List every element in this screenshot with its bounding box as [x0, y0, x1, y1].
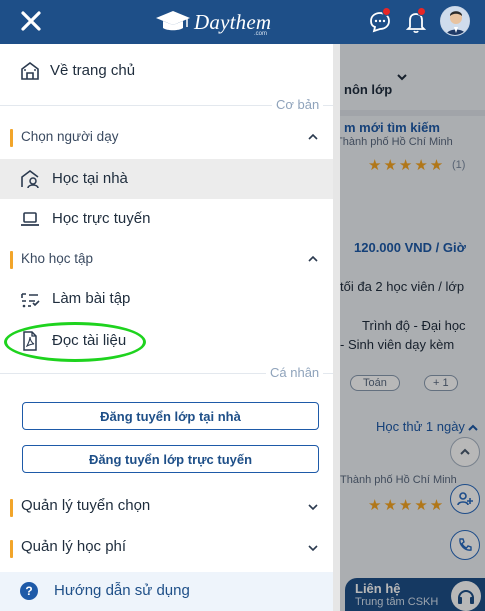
chevron-down-icon [308, 545, 318, 552]
group-learning-store-label: Kho học tập [21, 251, 94, 266]
avatar[interactable] [440, 6, 470, 36]
help-icon: ? [20, 582, 38, 600]
notification-button[interactable] [403, 7, 429, 35]
group-manage-selection-label: Quản lý tuyển chọn [21, 497, 151, 514]
home-study-icon [21, 170, 39, 189]
group-marker [10, 129, 13, 147]
menu-item-user-guide-label: Hướng dẫn sử dụng [54, 582, 190, 599]
menu-item-user-guide[interactable]: ? Hướng dẫn sử dụng [0, 572, 333, 611]
notification-badge [417, 7, 426, 16]
chevron-down-icon [308, 504, 318, 511]
chat-badge [382, 7, 391, 16]
menu-item-exercise[interactable]: Làm bài tập [0, 280, 333, 318]
group-marker [10, 251, 13, 269]
logo[interactable]: Daythem .com [154, 9, 271, 37]
post-home-class-button[interactable]: Đăng tuyển lớp tại nhà [22, 402, 319, 430]
menu-item-home-label: Về trang chủ [50, 62, 136, 79]
menu-item-read-documents-label: Đọc tài liệu [52, 332, 127, 349]
overlay-scrim[interactable] [340, 44, 485, 611]
close-icon [21, 11, 41, 31]
exercise-icon [21, 293, 40, 308]
group-choose-tutor-label: Chọn người dạy [21, 129, 119, 144]
drawer-scrollbar[interactable] [333, 44, 340, 611]
menu-item-home[interactable]: Về trang chủ [0, 56, 333, 86]
home-icon [21, 62, 39, 80]
graduation-cap-icon [156, 11, 190, 31]
menu-item-online-study[interactable]: Học trực tuyến [0, 200, 333, 238]
group-marker [10, 499, 13, 517]
top-header: Daythem .com [0, 0, 485, 44]
group-choose-tutor[interactable]: Chọn người dạy [10, 126, 333, 152]
menu-item-online-study-label: Học trực tuyến [52, 210, 151, 227]
menu-item-home-study[interactable]: Học tại nhà [0, 159, 333, 199]
menu-item-home-study-label: Học tại nhà [52, 170, 128, 187]
pdf-document-icon [23, 331, 37, 351]
menu-item-exercise-label: Làm bài tập [52, 290, 131, 307]
section-basic-label: Cơ bản [272, 97, 324, 112]
close-button[interactable] [18, 8, 44, 34]
chat-button[interactable] [367, 7, 393, 35]
brand-suffix: .com [254, 31, 268, 37]
group-manage-fee-label: Quản lý học phí [21, 538, 127, 555]
post-online-class-button[interactable]: Đăng tuyển lớp trực tuyến [22, 445, 319, 473]
menu-item-read-documents[interactable]: Đọc tài liệu [0, 322, 333, 360]
laptop-icon [21, 212, 39, 226]
chevron-up-icon [308, 255, 318, 262]
chevron-up-icon [308, 133, 318, 140]
group-manage-fee[interactable]: Quản lý học phí [10, 537, 333, 563]
section-personal-label: Cá nhân [266, 365, 324, 380]
group-marker [10, 540, 13, 558]
navigation-drawer: Về trang chủ Cơ bản Chọn người dạy Học t… [0, 44, 340, 611]
group-learning-store[interactable]: Kho học tập [10, 248, 333, 274]
user-avatar-icon [441, 7, 469, 35]
group-manage-selection[interactable]: Quản lý tuyển chọn [10, 496, 333, 522]
